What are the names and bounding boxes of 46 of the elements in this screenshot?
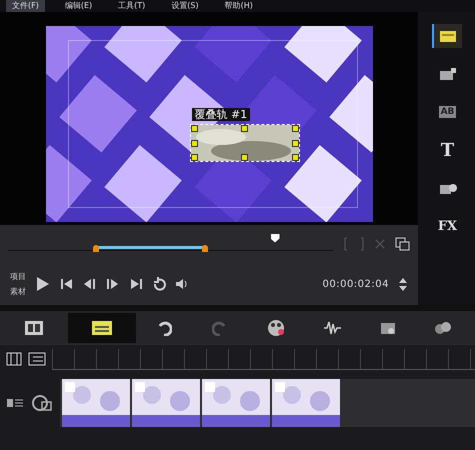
bracket-icon [343, 237, 349, 251]
playhead[interactable] [270, 234, 280, 242]
end-button[interactable] [129, 277, 143, 291]
video-track-icon [32, 394, 52, 412]
library-tab[interactable]: T [432, 138, 462, 162]
track-manager-icon [6, 397, 24, 409]
previous-frame-button[interactable] [83, 277, 97, 291]
play-icon [35, 276, 51, 292]
timecode[interactable]: 00:00:02:04 [322, 278, 389, 290]
folder-icon [438, 28, 456, 44]
close-icon [375, 237, 385, 251]
menu-item[interactable]: 编辑(E) [58, 0, 98, 12]
start-button[interactable] [60, 277, 74, 291]
repeat-button[interactable] [152, 277, 166, 291]
trim-start-marker[interactable] [92, 244, 99, 252]
spinner-icon [398, 276, 408, 292]
library-tab[interactable] [432, 24, 462, 48]
waveform-icon [323, 319, 341, 337]
skip-start-icon [60, 277, 74, 291]
menu-item[interactable]: 设置(S) [165, 0, 205, 12]
play-button[interactable] [35, 276, 51, 292]
step-back-icon [83, 277, 97, 291]
bracket-icon [359, 237, 365, 251]
skip-end-icon [129, 277, 143, 291]
library-tab[interactable]: FX [432, 214, 462, 238]
next-frame-button[interactable] [106, 277, 120, 291]
film-reel-icon [267, 319, 285, 337]
menu-item[interactable]: 文件(F) [6, 0, 45, 12]
menu-item[interactable]: 帮助(H) [218, 0, 259, 12]
circles-icon [434, 319, 454, 337]
copy-icon [395, 237, 410, 251]
timeline-view-icon [28, 352, 46, 366]
redo-icon [212, 320, 228, 336]
step-forward-icon [106, 277, 120, 291]
trim-end-marker[interactable] [202, 244, 208, 252]
volume-button[interactable] [175, 277, 189, 291]
toolbar-button[interactable] [68, 313, 136, 343]
repeat-icon [152, 277, 166, 291]
library-tab[interactable]: AB [432, 100, 462, 124]
mode-label[interactable]: 项目 [10, 271, 26, 282]
speaker-icon [175, 277, 189, 291]
menu-item[interactable]: 工具(T) [112, 0, 152, 12]
undo-icon [156, 320, 172, 336]
timeline-icon [91, 320, 113, 336]
mode-label[interactable]: 素材 [10, 286, 26, 297]
storyboard-view-icon [6, 352, 22, 366]
